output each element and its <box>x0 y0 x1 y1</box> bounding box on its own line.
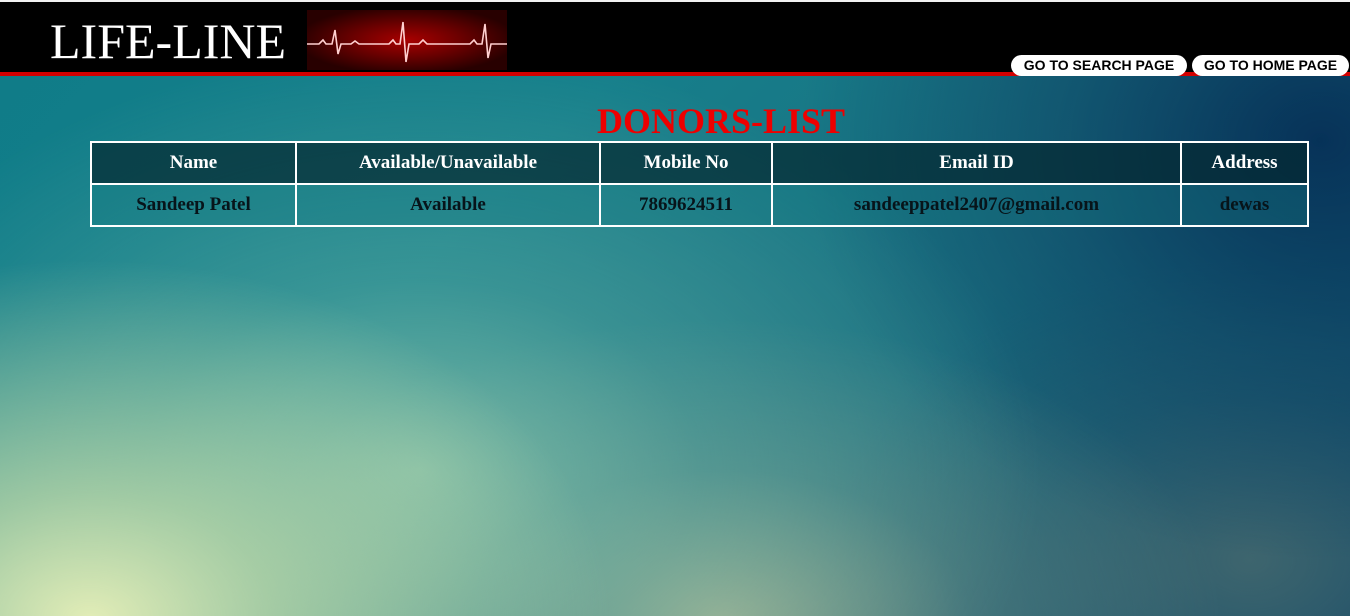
cell-mobile: 7869624511 <box>599 183 773 227</box>
column-header-mobile: Mobile No <box>599 141 773 185</box>
cell-email: sandeeppatel2407@gmail.com <box>771 183 1182 227</box>
column-header-email: Email ID <box>771 141 1182 185</box>
cell-address: dewas <box>1180 183 1309 227</box>
table-header-row: Name Available/Unavailable Mobile No Ema… <box>90 141 1309 185</box>
site-logo-text: LIFE-LINE <box>50 13 287 69</box>
page-title: DONORS-LIST <box>596 101 846 141</box>
ecg-heartbeat-icon <box>307 10 507 70</box>
cell-availability: Available <box>295 183 601 227</box>
column-header-address: Address <box>1180 141 1309 185</box>
donors-table: Name Available/Unavailable Mobile No Ema… <box>90 141 1309 227</box>
table-row: Sandeep Patel Available 7869624511 sande… <box>90 183 1309 227</box>
top-header: LIFE-LINE GO TO SEARCH PAGE GO TO HOME P… <box>0 0 1350 76</box>
go-to-home-page-button[interactable]: GO TO HOME PAGE <box>1192 55 1349 76</box>
column-header-availability: Available/Unavailable <box>295 141 601 185</box>
cell-name: Sandeep Patel <box>90 183 297 227</box>
go-to-search-page-button[interactable]: GO TO SEARCH PAGE <box>1011 55 1187 76</box>
column-header-name: Name <box>90 141 297 185</box>
